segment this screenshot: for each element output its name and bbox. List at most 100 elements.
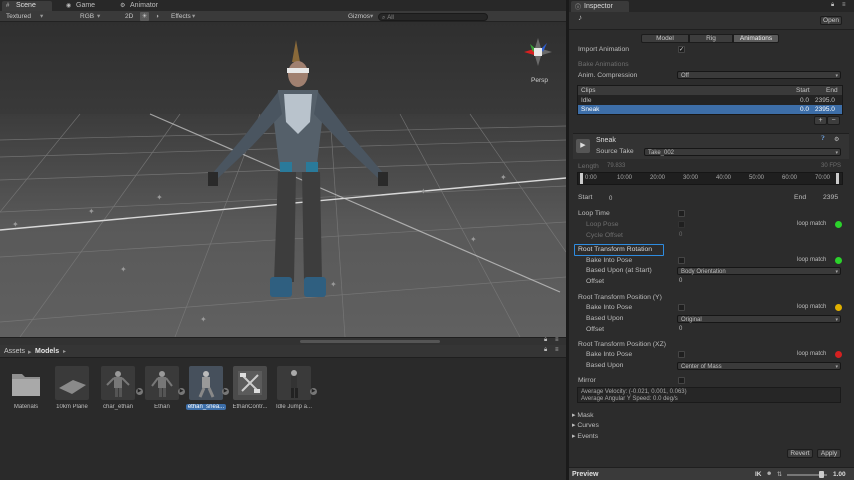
dropdown-arrow-icon: ▾ [835, 317, 838, 323]
tab-animations[interactable]: Animations [733, 34, 779, 43]
clip-row-selected[interactable]: Sneak 0.0 2395.0 [578, 105, 842, 114]
asset-item[interactable]: ▶ Ethan [142, 366, 185, 410]
import-animation-label: Import Animation [578, 46, 629, 53]
position-xz-based-upon-dropdown[interactable]: Center of Mass ▾ [677, 362, 841, 370]
scene-search-field[interactable]: ⌕ All [378, 13, 488, 21]
expand-asset-icon[interactable]: ▶ [310, 388, 317, 395]
events-foldout[interactable]: ▸ Events [572, 432, 598, 441]
shading-mode-dropdown[interactable]: Textured [6, 12, 31, 21]
rotation-offset-field[interactable]: 0 [679, 277, 682, 286]
scrollbar-thumb[interactable] [300, 340, 440, 343]
menu-icon[interactable]: ≡ [842, 2, 846, 8]
loop-time-checkbox[interactable] [678, 210, 685, 217]
position-y-bake-checkbox[interactable] [678, 304, 685, 311]
end-field[interactable]: 2395 [823, 193, 838, 202]
import-animation-checkbox[interactable]: ✓ [678, 46, 685, 53]
tab-animator[interactable]: ⚙ Animator [116, 1, 174, 11]
lock-icon[interactable]: 🔒︎ [544, 347, 547, 354]
start-field[interactable]: 0 [605, 194, 645, 202]
dropdown-arrow-icon: ▾ [835, 269, 838, 275]
loop-match-status-icon [835, 257, 842, 264]
revert-button[interactable]: Revert [787, 449, 813, 458]
anim-compression-dropdown[interactable]: Off ▾ [677, 71, 841, 79]
2d-toggle[interactable]: 2D [125, 12, 133, 21]
loop-match-status-icon [835, 304, 842, 311]
bake-into-pose-label: Bake Into Pose [586, 257, 633, 264]
based-upon-label: Based Upon [586, 362, 624, 369]
project-breadcrumb-bar: Assets ▸ Models ▸ 🔒︎ ≡ [0, 345, 566, 358]
viewport-scrollbar[interactable]: 🔒︎ ≡ [0, 337, 566, 345]
speed-slider-thumb[interactable] [819, 471, 824, 478]
curves-foldout[interactable]: ▸ Curves [572, 421, 599, 430]
loop-pose-checkbox[interactable] [678, 221, 685, 228]
folder-icon [9, 366, 43, 400]
character-model-icon [145, 366, 179, 400]
tab-rig[interactable]: Rig [689, 34, 733, 43]
mirror-checkbox[interactable] [678, 377, 685, 384]
inspector-tab-bar: ⓘ Inspector 🔒︎ ≡ [569, 0, 854, 12]
apply-button[interactable]: Apply [817, 449, 841, 458]
avatar-icon[interactable]: ☻ [766, 471, 772, 477]
tab-scene[interactable]: # Scene [2, 1, 52, 11]
add-clip-button[interactable]: + [814, 116, 827, 125]
preview-bar: Preview IK ☻ ⇅ 1.00 [569, 467, 854, 480]
settings-gear-icon[interactable]: ⚙ [834, 136, 839, 143]
effects-dropdown[interactable]: Effects [171, 12, 191, 21]
gizmos-dropdown[interactable]: Gizmos [348, 12, 370, 21]
source-take-dropdown[interactable]: Take_002 ▾ [644, 148, 841, 156]
scene-render[interactable]: ✦✦ ✦✦ ✦✦ ✦✦ ✦ Persp [0, 22, 566, 337]
clip-timeline[interactable]: 0:00 10:00 20:00 30:00 40:00 50:00 60:00… [577, 172, 843, 185]
tab-model[interactable]: Model [641, 34, 689, 43]
root-transform-position-y-label: Root Transform Position (Y) [578, 294, 662, 301]
timeline-tick: 30:00 [683, 175, 699, 181]
mask-foldout[interactable]: ▸ Mask [572, 411, 594, 420]
clip-row[interactable]: Idle 0.0 2395.0 [578, 96, 842, 105]
length-label: Length [578, 163, 599, 170]
asset-item-selected[interactable]: ▶ ethan_snea... [186, 366, 229, 410]
svg-text:✦: ✦ [200, 315, 207, 324]
asset-item[interactable]: Materials [6, 366, 46, 410]
position-xz-bake-checkbox[interactable] [678, 351, 685, 358]
scene-viewport[interactable]: ✦ ✦ ✦ ✦ ✦ ✦ ✦ ✦ ✦ Persp [0, 22, 566, 337]
expand-asset-icon[interactable]: ▶ [178, 388, 185, 395]
render-mode-dropdown[interactable]: RGB [80, 12, 94, 21]
lighting-toggle-icon[interactable]: ☀ [140, 12, 149, 21]
cycle-offset-field[interactable]: 0 [679, 231, 682, 240]
play-clip-icon[interactable]: ▶ [576, 139, 590, 153]
tab-inspector[interactable]: ⓘ Inspector [571, 1, 629, 12]
rotation-based-upon-dropdown[interactable]: Body Orientation ▾ [677, 267, 841, 275]
asset-item[interactable]: ▶ Idle Jump a... [274, 366, 317, 410]
position-y-based-upon-dropdown[interactable]: Original ▾ [677, 315, 841, 323]
expand-asset-icon[interactable]: ▶ [222, 388, 229, 395]
lock-icon[interactable]: 🔒︎ [831, 2, 834, 9]
asset-item[interactable]: 10km Plane [52, 366, 92, 410]
based-upon-at-start-label: Based Upon (at Start) [586, 267, 652, 274]
help-icon[interactable]: ❓︎ [821, 136, 825, 143]
based-upon-label: Based Upon [586, 315, 624, 322]
dropdown-arrow-icon: ▾ [835, 364, 838, 370]
average-stats-box: Average Velocity: (-0.021, 0.001, 0.063)… [577, 387, 841, 403]
tab-game[interactable]: ◉ Game [62, 1, 108, 11]
breadcrumb-assets[interactable]: Assets [4, 348, 25, 355]
timeline-tick: 0:00 [585, 175, 597, 181]
menu-icon[interactable]: ≡ [555, 337, 559, 343]
menu-icon[interactable]: ≡ [555, 347, 559, 353]
timeline-end-handle[interactable] [836, 173, 839, 184]
timeline-start-handle[interactable] [580, 173, 583, 184]
lock-icon[interactable]: 🔒︎ [544, 337, 547, 344]
ik-toggle[interactable]: IK [755, 471, 762, 478]
asset-item[interactable]: EthanContr... [230, 366, 270, 410]
average-angular-speed: Average Angular Y Speed: 0.0 deg/s [581, 396, 678, 402]
breadcrumb-models[interactable]: Models [35, 348, 59, 355]
clip-settings-header: ▶ Sneak ❓︎ ⚙ Source Take Take_002 ▾ [573, 133, 849, 159]
open-button[interactable]: Open [820, 16, 842, 25]
loop-time-label: Loop Time [578, 210, 610, 217]
clip-name[interactable]: Sneak [596, 137, 616, 144]
asset-item[interactable]: ▶ char_ethan [98, 366, 143, 410]
rotation-bake-checkbox[interactable] [678, 257, 685, 264]
preview-label: Preview [572, 471, 599, 478]
audio-toggle-icon[interactable]: ◑ [155, 12, 159, 21]
position-y-offset-field[interactable]: 0 [679, 325, 682, 334]
character-model-icon [189, 366, 223, 400]
remove-clip-button[interactable]: − [827, 116, 840, 125]
